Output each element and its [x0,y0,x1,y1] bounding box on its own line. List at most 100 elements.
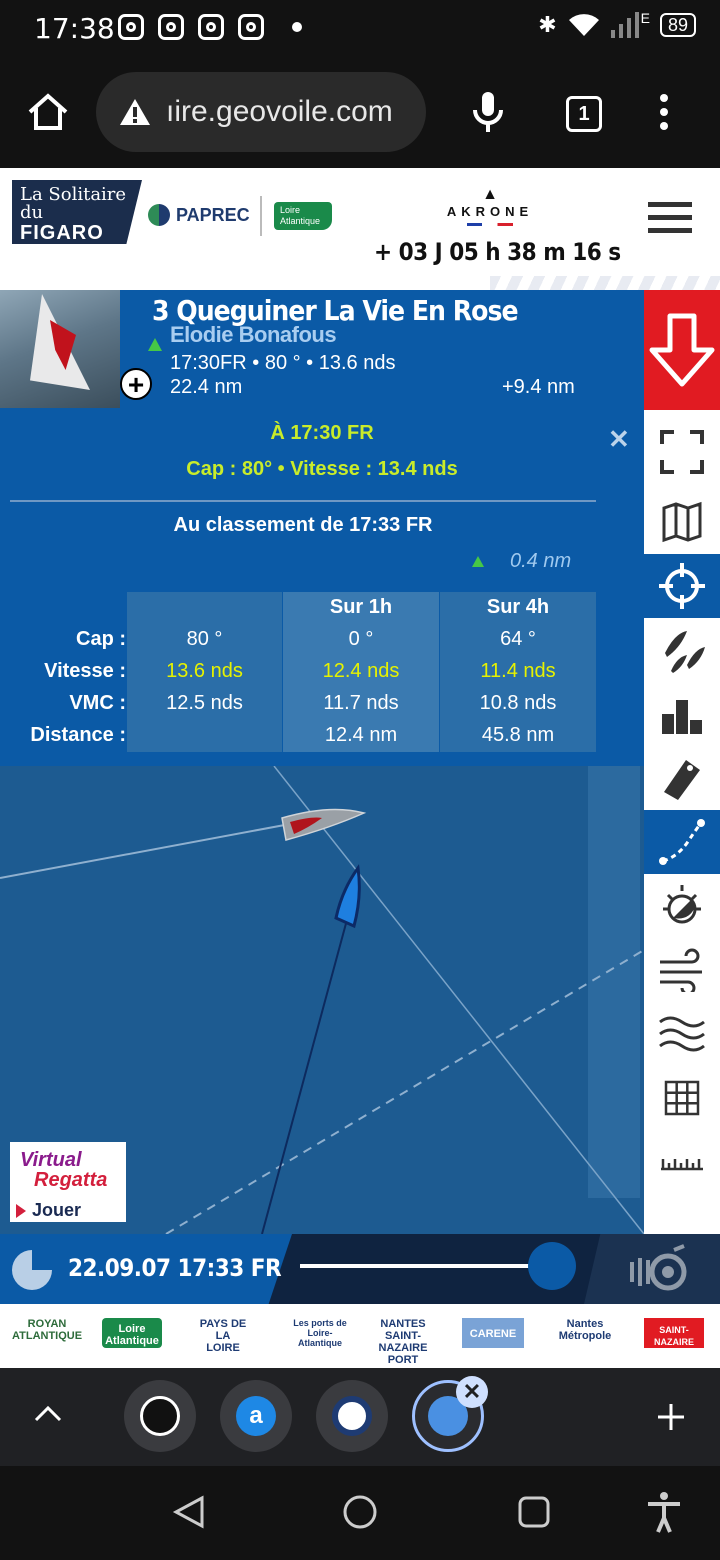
arrow-down-icon [649,313,715,387]
partner-logos-bar: ROYAN ATLANTIQUE Loire Atlantique PAYS D… [0,1304,720,1368]
add-boat-button[interactable]: + [120,368,152,400]
boats-icon [665,631,705,673]
partner-logo[interactable]: CARENE [462,1318,524,1348]
stats-row-cap: Cap : 80 ° 0 ° 64 ° [0,628,600,660]
ruler-icon [661,1159,703,1171]
gain-up-icon [472,556,484,567]
stats-row-vmc: VMC : 12.5 nds 11.7 nds 10.8 nds [0,692,600,724]
bluetooth-icon: ✱ [538,12,557,37]
status-right: ✱ E 89 [538,10,696,38]
col-header-1h: Sur 1h [329,596,393,618]
race-countdown: + 03 J 05 h 38 m 16 s [374,238,621,266]
podium-icon [662,700,702,734]
partner-logo[interactable]: Loire Atlantique [102,1318,162,1348]
daylight-button[interactable] [644,874,720,938]
value-now: 13.6 nds [166,660,243,682]
map-layers-button[interactable] [644,490,720,554]
browser-toolbar: ıire.geovoile.com 1 [0,58,720,168]
ruler-button[interactable] [644,1130,720,1194]
new-tab-icon[interactable] [656,1402,686,1432]
fullscreen-button[interactable] [644,420,720,484]
menu-button[interactable] [648,202,692,234]
map-tools-toolbar [644,410,720,1234]
warning-icon[interactable] [118,97,152,127]
microphone-icon[interactable] [464,88,512,136]
recents-icon[interactable] [516,1494,552,1530]
heading-line [261,915,349,1234]
stats-row-vitesse: Vitesse : 13.6 nds 12.4 nds 11.4 nds [0,660,600,692]
replay-speed-icon[interactable] [628,1244,696,1294]
detail-divider [10,500,596,502]
value-1h: 12.4 nds [322,660,400,682]
grid-icon [664,1080,700,1116]
collapse-panel-button[interactable] [644,290,720,410]
akrone-label: AKRONE [446,204,534,219]
status-time: 17:38 [34,12,115,45]
boat-info-bar[interactable]: + 3 Queguiner La Vie En Rose Elodie Bona… [0,290,644,410]
boat-detail-panel: ✕ À 17:30 FR Cap : 80° • Vitesse : 13.4 … [0,410,644,766]
back-icon[interactable] [172,1494,206,1530]
ranking-button[interactable] [644,682,720,746]
value-now: 12.5 nds [166,692,243,714]
row-label: Vitesse : [44,660,126,682]
akrone-logo: ▲ AKRONE [430,186,550,226]
home-nav-icon[interactable] [340,1492,380,1532]
wind-icon [660,948,702,992]
french-flag-stripe [467,223,513,226]
partner-logo[interactable]: Nantes Métropole [548,1318,622,1354]
current-button[interactable] [644,1002,720,1066]
partner-logo[interactable]: Les ports de Loire-Atlantique [288,1318,352,1354]
home-icon[interactable] [24,88,72,136]
virtual-regatta-button[interactable]: Virtual Regatta Jouer [10,1142,126,1222]
boat-distance: 22.4 nm [170,376,243,398]
track-line [0,823,291,879]
vr-line1: Virtual [20,1149,82,1171]
overflow-menu-icon[interactable] [640,88,688,136]
wind-button[interactable] [644,938,720,1002]
grid-button[interactable] [644,1066,720,1130]
clock-pie-icon[interactable] [12,1250,52,1290]
timeline-slider-handle[interactable] [528,1242,576,1290]
solitaire-figaro-logo[interactable]: La Solitaire du FIGARO [12,180,142,244]
boat-position-summary: 17:30FR • 80 ° • 13.6 nds [170,352,396,374]
route-icon [659,819,705,865]
instagram-icon [118,14,144,40]
tag-icon [664,760,700,800]
skipper-name: Elodie Bonafous [170,322,337,347]
vr-play-label[interactable]: Jouer [15,1200,81,1221]
detail-cap-speed: Cap : 80° • Vitesse : 13.4 nds [186,458,458,480]
fleet-button[interactable] [644,618,720,682]
header-divider [260,196,262,236]
ranking-gap: 0.4 nm [510,550,572,572]
race-map[interactable]: Virtual Regatta Jouer [0,766,644,1234]
route-button[interactable] [644,810,720,874]
selected-boat-icon[interactable] [334,864,361,929]
hamburger-line [648,228,692,233]
instagram-icon [158,14,184,40]
hamburger-line [648,202,692,207]
partner-logo[interactable]: PAYS DE LA LOIRE [198,1318,248,1354]
tab-favicon-ggr[interactable] [124,1380,196,1452]
address-bar[interactable]: ıire.geovoile.com [96,72,426,152]
sun-icon [663,885,701,924]
row-label: Cap : [76,628,126,650]
url-text[interactable]: ıire.geovoile.com [166,95,393,129]
timeline-slider-track[interactable] [300,1264,550,1268]
tab-favicon-sail[interactable] [316,1380,388,1452]
partner-logo[interactable]: NANTES SAINT-NAZAIRE PORT [372,1318,434,1366]
partner-logo[interactable]: SAINT-NAZAIRE [644,1318,704,1348]
header-decor-stripe [490,276,720,290]
signal-icon [610,12,639,38]
crosshair-icon [659,563,705,609]
tab-switcher-button[interactable]: 1 [566,96,602,132]
play-controls [584,1234,720,1304]
accessibility-icon[interactable] [646,1490,682,1534]
partner-logo[interactable]: ROYAN ATLANTIQUE [12,1318,82,1354]
tag-button[interactable] [644,746,720,810]
center-on-boat-button[interactable] [644,554,720,618]
wifi-icon [568,14,599,36]
paprec-ball-icon [148,204,170,226]
close-tab-icon[interactable]: ✕ [456,1376,488,1408]
tab-favicon-a[interactable]: a [220,1380,292,1452]
chevron-up-icon[interactable] [34,1404,62,1424]
